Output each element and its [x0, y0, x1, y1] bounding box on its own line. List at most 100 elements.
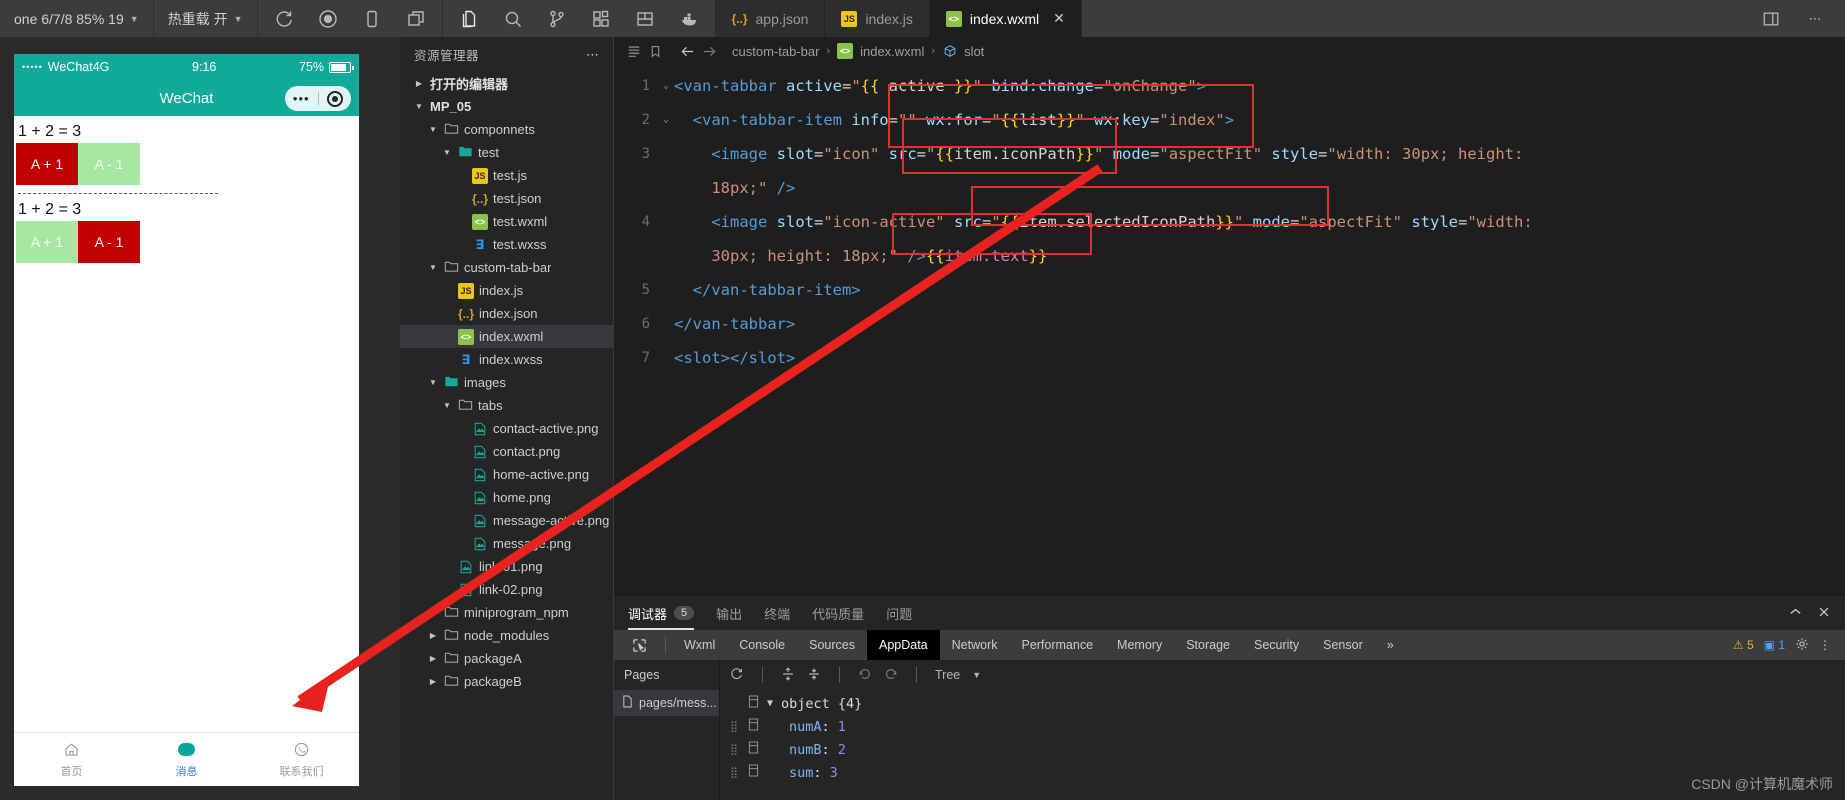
sub-a-button[interactable]: A - 1 — [78, 143, 140, 185]
drag-handle[interactable]: ⣿ — [730, 720, 740, 733]
bookmark-icon[interactable] — [648, 44, 663, 59]
devtools-tab-console[interactable]: Console — [727, 630, 797, 660]
devtools-tab-performance[interactable]: Performance — [1009, 630, 1105, 660]
source-control-icon[interactable] — [535, 0, 579, 37]
clear-cache-icon[interactable] — [394, 0, 438, 37]
tree-item-test-json[interactable]: {..}test.json — [400, 187, 613, 210]
more-icon[interactable]: ⋯ — [586, 47, 600, 63]
panel-tab-debugger[interactable]: 调试器 5 — [628, 596, 694, 630]
tab-app-json[interactable]: {..} app.json — [716, 0, 826, 37]
panel-tab-problems[interactable]: 问题 — [886, 596, 912, 630]
close-icon[interactable]: ✕ — [1053, 10, 1065, 27]
tree-item-link-02-png[interactable]: link-02.png — [400, 578, 613, 601]
tabbar-item-message[interactable]: 消息 — [129, 733, 244, 786]
tree-item-images[interactable]: ▼images — [400, 371, 613, 394]
fold-arrow-icon[interactable]: ⌄ — [658, 69, 674, 103]
devtools-tab-appdata[interactable]: AppData — [867, 630, 940, 660]
devtools-tab-memory[interactable]: Memory — [1105, 630, 1174, 660]
chevron-down-icon[interactable]: ▼ — [972, 670, 981, 680]
tree-item-tabs[interactable]: ▼tabs — [400, 394, 613, 417]
drag-handle[interactable]: ⣿ — [730, 743, 740, 756]
file-tree[interactable]: ▶打开的编辑器▼MP_05▼componnets▼testJStest.js{.… — [400, 72, 613, 800]
add-a-button[interactable]: A + 1 — [16, 143, 78, 185]
tabbar-item-contact[interactable]: 联系我们 — [244, 733, 359, 786]
breadcrumb-item-symbol[interactable]: slot — [964, 44, 984, 59]
copy-icon[interactable] — [748, 764, 759, 781]
appdata-value[interactable]: 3 — [830, 765, 838, 781]
tree-item-test[interactable]: ▼test — [400, 141, 613, 164]
panel-tab-output[interactable]: 输出 — [716, 596, 742, 630]
tree-item-custom-tab-bar[interactable]: ▼custom-tab-bar — [400, 256, 613, 279]
chevron-right-icon[interactable]: ▶ — [427, 654, 439, 663]
more-actions-icon[interactable]: ⋯ — [1793, 0, 1837, 37]
chevron-down-icon[interactable]: ▼ — [441, 401, 453, 410]
tree-item-index-wxss[interactable]: ∃index.wxss — [400, 348, 613, 371]
add-a-button-2[interactable]: A + 1 — [16, 221, 78, 263]
tree-item-test-wxss[interactable]: ∃test.wxss — [400, 233, 613, 256]
redo-icon[interactable] — [884, 667, 898, 684]
panel-tab-terminal[interactable]: 终端 — [764, 596, 790, 630]
tree-item-index-js[interactable]: JSindex.js — [400, 279, 613, 302]
collapse-icon[interactable] — [807, 667, 821, 684]
code-editor[interactable]: 1 ⌄ <van-tabbar active="{{ active }}" bi… — [614, 65, 1845, 595]
copy-icon[interactable] — [748, 741, 759, 758]
search-icon[interactable] — [491, 0, 535, 37]
tree-item-message-active-png[interactable]: message-active.png — [400, 509, 613, 532]
collapse-icon[interactable] — [1788, 604, 1803, 622]
sub-a-button-2[interactable]: A - 1 — [78, 221, 140, 263]
gear-icon[interactable] — [1795, 637, 1809, 654]
more-icon[interactable]: ⋮ — [1819, 638, 1831, 652]
panel-tab-code-quality[interactable]: 代码质量 — [812, 596, 864, 630]
device-selector[interactable]: one 6/7/8 85% 19 ▼ — [0, 0, 154, 37]
devtools-tab-security[interactable]: Security — [1242, 630, 1311, 660]
chevron-down-icon[interactable]: ▼ — [427, 378, 439, 387]
tree-item-mp-05[interactable]: ▼MP_05 — [400, 95, 613, 118]
explorer-icon[interactable] — [447, 0, 491, 37]
chevron-right-icon[interactable]: ▶ — [427, 677, 439, 686]
chevron-down-icon[interactable]: ▼ — [413, 102, 425, 111]
fold-arrow-icon[interactable]: ⌄ — [658, 103, 674, 137]
split-editor-icon[interactable] — [1749, 0, 1793, 37]
tree-item--[interactable]: ▶打开的编辑器 — [400, 72, 613, 95]
undo-icon[interactable] — [858, 667, 872, 684]
pages-list-item[interactable]: pages/mess... — [614, 690, 719, 716]
tree-item-miniprogram-npm[interactable]: ▶miniprogram_npm — [400, 601, 613, 624]
tree-item-index-wxml[interactable]: <>index.wxml — [400, 325, 613, 348]
tree-item-home-active-png[interactable]: home-active.png — [400, 463, 613, 486]
back-button[interactable] — [680, 44, 695, 59]
breadcrumb-item-folder[interactable]: custom-tab-bar — [732, 44, 819, 59]
capsule-button[interactable]: ••• — [285, 86, 351, 111]
devtools-tab-sources[interactable]: Sources — [797, 630, 867, 660]
tree-item-test-js[interactable]: JStest.js — [400, 164, 613, 187]
appdata-root-row[interactable]: ⣿ ▼ object {4} — [720, 692, 1845, 715]
docker-icon[interactable] — [667, 0, 711, 37]
outline-icon[interactable] — [626, 44, 641, 59]
tree-item-test-wxml[interactable]: <>test.wxml — [400, 210, 613, 233]
tree-item-link-01-png[interactable]: link-01.png — [400, 555, 613, 578]
tree-item-message-png[interactable]: message.png — [400, 532, 613, 555]
copy-icon[interactable] — [748, 718, 759, 735]
preview-icon[interactable] — [350, 0, 394, 37]
tree-item-contact-active-png[interactable]: contact-active.png — [400, 417, 613, 440]
tab-index-js[interactable]: JS index.js — [825, 0, 929, 37]
forward-button[interactable] — [702, 44, 717, 59]
devtools-tab-network[interactable]: Network — [940, 630, 1010, 660]
warning-count[interactable]: ⚠ 5 — [1733, 638, 1754, 652]
appdata-value[interactable]: 2 — [838, 742, 846, 758]
chevron-down-icon[interactable]: ▼ — [427, 263, 439, 272]
refresh-icon[interactable] — [262, 0, 306, 37]
refresh-icon[interactable] — [730, 667, 744, 684]
info-count[interactable]: ▣ 1 — [1764, 638, 1785, 652]
devtools-tab-sensor[interactable]: Sensor — [1311, 630, 1375, 660]
drag-handle[interactable]: ⣿ — [730, 766, 740, 779]
breadcrumb-item-file[interactable]: index.wxml — [860, 44, 924, 59]
devtools-tab-wxml[interactable]: Wxml — [672, 630, 727, 660]
devtools-tab-storage[interactable]: Storage — [1174, 630, 1242, 660]
capsule-more[interactable] — [319, 91, 352, 107]
chevron-down-icon[interactable]: ▼ — [427, 125, 439, 134]
appdata-row[interactable]: ⣿ sum: 3 — [720, 761, 1845, 784]
chevron-right-icon[interactable]: ▶ — [413, 79, 425, 88]
tree-mode-label[interactable]: Tree — [935, 668, 960, 682]
tree-item-home-png[interactable]: home.png — [400, 486, 613, 509]
tree-item-componnets[interactable]: ▼componnets — [400, 118, 613, 141]
